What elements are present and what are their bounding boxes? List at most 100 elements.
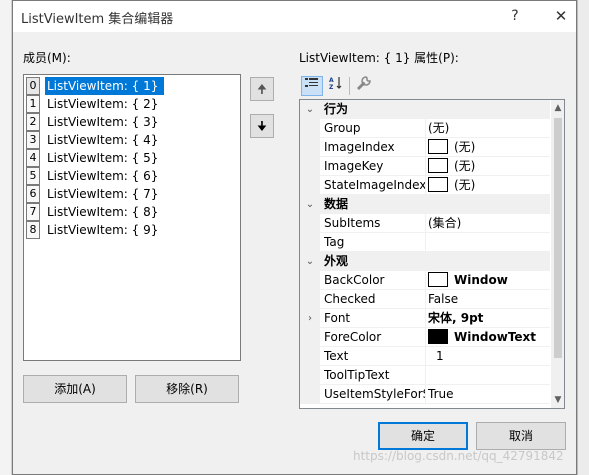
list-item-index: 1: [26, 95, 40, 113]
members-listbox[interactable]: 0 ListViewItem: { 1} 1 ListViewItem: { 2} 2 L…: [23, 74, 241, 361]
color-swatch: [428, 158, 448, 173]
property-value[interactable]: 宋体, 9pt: [428, 309, 550, 328]
property-value[interactable]: False: [428, 290, 550, 309]
property-value[interactable]: True: [428, 385, 550, 404]
title-bar: ListViewItem 集合编辑器 ? ✕: [13, 1, 576, 32]
list-item[interactable]: 3 ListViewItem: { 4}: [25, 131, 239, 149]
row-gutter: [300, 271, 320, 290]
property-name: ForeColor: [324, 328, 426, 347]
list-item-text: ListViewItem: { 4}: [47, 133, 159, 147]
help-button[interactable]: ?: [503, 5, 527, 27]
property-name: ImageKey: [324, 157, 426, 176]
property-name: UseItemStyleForSubItems: [324, 385, 426, 404]
property-grid-scrollbar[interactable]: ▲ ▼: [551, 100, 564, 408]
property-value[interactable]: WindowText: [428, 328, 550, 347]
property-category[interactable]: ⌄ 数据: [300, 195, 550, 214]
list-item[interactable]: 5 ListViewItem: { 6}: [25, 167, 239, 185]
property-row[interactable]: BackColor Window: [300, 271, 550, 290]
background-editor-strip: [0, 0, 12, 475]
collapse-icon[interactable]: ⌄: [300, 195, 320, 214]
scroll-down-icon[interactable]: ▼: [551, 392, 564, 408]
list-item-index: 5: [26, 167, 40, 185]
properties-label: ListViewItem: { 1} 属性(P):: [299, 51, 459, 65]
property-row[interactable]: UseItemStyleForSubItemsTrue: [300, 385, 550, 404]
color-swatch: [428, 177, 448, 192]
list-item-text: ListViewItem: { 1}: [45, 77, 165, 95]
list-item-index: 8: [26, 221, 40, 239]
remove-button[interactable]: 移除(R): [135, 375, 239, 403]
category-name: 行为: [324, 102, 349, 116]
members-label: 成员(M):: [23, 51, 71, 65]
property-row[interactable]: Checked False: [300, 290, 550, 309]
row-gutter: [300, 157, 320, 176]
row-gutter: [300, 385, 320, 404]
property-name: Font: [324, 309, 426, 328]
property-value[interactable]: Window: [428, 271, 550, 290]
list-item-text: ListViewItem: { 9}: [47, 223, 159, 237]
property-row[interactable]: › Font 宋体, 9pt: [300, 309, 550, 328]
row-gutter: [300, 233, 320, 252]
collection-editor-dialog: ListViewItem 集合编辑器 ? ✕ 成员(M): ListViewIt…: [12, 0, 577, 475]
property-value[interactable]: 1: [428, 347, 550, 366]
property-grid[interactable]: ▲ ▼ ⌄ 行为 Group (无) ImageIndex (无) ImageKey (无) S…: [299, 99, 565, 409]
toolbar-separator: [349, 77, 350, 95]
list-item[interactable]: 1 ListViewItem: { 2}: [25, 95, 239, 113]
property-row[interactable]: Text 1: [300, 347, 550, 366]
property-name: Checked: [324, 290, 426, 309]
property-row[interactable]: ToolTipText: [300, 366, 550, 385]
list-item-text: ListViewItem: { 7}: [47, 187, 159, 201]
property-value-text: WindowText: [454, 330, 537, 344]
alphabetical-icon[interactable]: AZ: [325, 76, 347, 96]
property-value[interactable]: (无): [428, 157, 550, 176]
property-value-text: (无): [454, 140, 476, 154]
property-value-text: Window: [454, 273, 508, 287]
row-gutter: [300, 366, 320, 385]
list-item[interactable]: 6 ListViewItem: { 7}: [25, 185, 239, 203]
list-item-text: ListViewItem: { 6}: [47, 169, 159, 183]
list-item-index: 4: [26, 149, 40, 167]
property-value[interactable]: (无): [428, 119, 550, 138]
categorized-icon[interactable]: [301, 76, 323, 96]
property-value[interactable]: (无): [428, 176, 550, 195]
property-row[interactable]: Group (无): [300, 119, 550, 138]
list-item[interactable]: 4 ListViewItem: { 5}: [25, 149, 239, 167]
property-name: ImageIndex: [324, 138, 426, 157]
property-row[interactable]: ImageIndex (无): [300, 138, 550, 157]
property-value[interactable]: [428, 233, 550, 252]
list-item-index: 7: [26, 203, 40, 221]
scroll-up-icon[interactable]: ▲: [551, 100, 564, 116]
property-row[interactable]: ForeColor WindowText: [300, 328, 550, 347]
property-row[interactable]: ImageKey (无): [300, 157, 550, 176]
property-row[interactable]: StateImageIndex (无): [300, 176, 550, 195]
property-value[interactable]: [428, 366, 550, 385]
list-item-text: ListViewItem: { 2}: [47, 97, 159, 111]
property-row[interactable]: SubItems (集合): [300, 214, 550, 233]
property-value[interactable]: (集合): [428, 214, 550, 233]
property-value[interactable]: (无): [428, 138, 550, 157]
property-category[interactable]: ⌄ 行为: [300, 100, 550, 119]
property-category[interactable]: ⌄ 外观: [300, 252, 550, 271]
list-item[interactable]: 8 ListViewItem: { 9}: [25, 221, 239, 239]
row-gutter[interactable]: ›: [300, 309, 320, 328]
property-name: SubItems: [324, 214, 426, 233]
move-up-button[interactable]: 🠉: [250, 77, 274, 101]
list-item[interactable]: 2 ListViewItem: { 3}: [25, 113, 239, 131]
ok-button[interactable]: 确定: [378, 422, 468, 450]
move-down-button[interactable]: 🠋: [250, 114, 274, 138]
collapse-icon[interactable]: ⌄: [300, 252, 320, 271]
collapse-icon[interactable]: ⌄: [300, 100, 320, 119]
add-button[interactable]: 添加(A): [23, 375, 127, 403]
property-row[interactable]: Tag: [300, 233, 550, 252]
cancel-button[interactable]: 取消: [476, 422, 566, 450]
property-value-text: (无): [454, 159, 476, 173]
color-swatch: [428, 272, 448, 287]
scroll-thumb[interactable]: [554, 118, 562, 358]
close-button[interactable]: ✕: [549, 5, 573, 27]
list-item[interactable]: 0 ListViewItem: { 1}: [25, 77, 239, 95]
down-arrow-icon: 🠋: [257, 119, 267, 133]
list-item-text: ListViewItem: { 3}: [47, 115, 159, 129]
wrench-icon[interactable]: [353, 76, 375, 96]
list-item[interactable]: 7 ListViewItem: { 8}: [25, 203, 239, 221]
property-value-text: True: [428, 387, 454, 401]
color-swatch: [428, 329, 448, 344]
